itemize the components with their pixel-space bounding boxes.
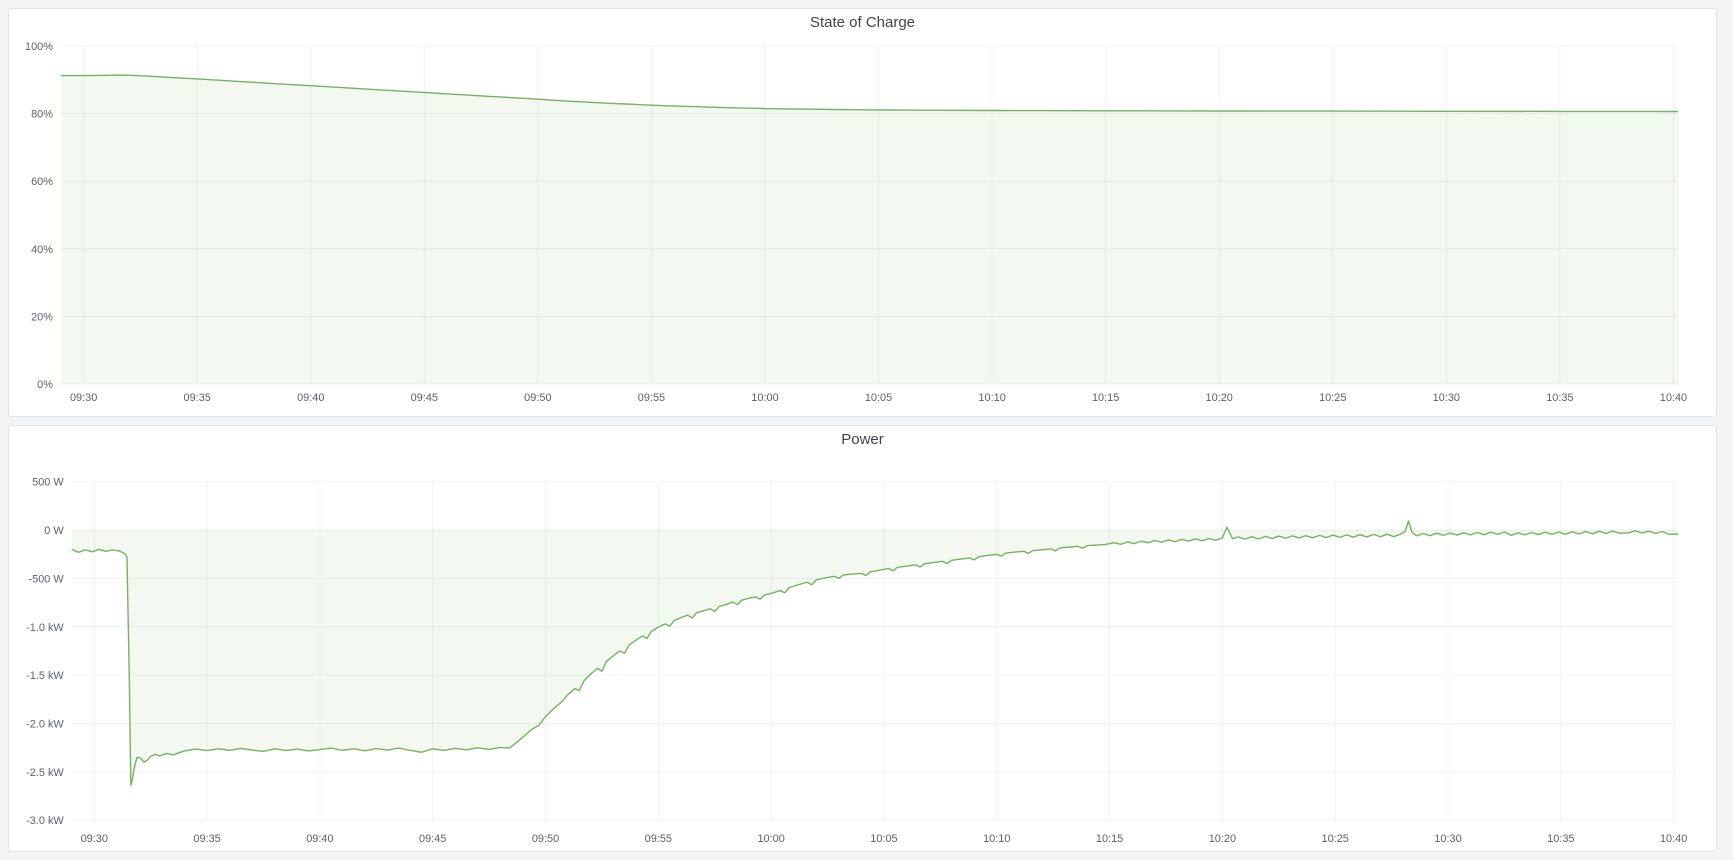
panel-state-of-charge: State of Charge 100%80%60%40%20%0%09:300…	[8, 8, 1717, 417]
x-tick-label: 10:35	[1546, 392, 1573, 404]
y-tick-label: 100%	[25, 41, 53, 53]
x-tick-label: 09:35	[193, 833, 220, 845]
x-tick-label: 10:10	[983, 833, 1010, 845]
x-tick-label: 09:45	[419, 833, 446, 845]
y-tick-label: 0 W	[44, 525, 64, 537]
x-tick-label: 09:30	[70, 392, 97, 404]
x-tick-label: 09:50	[524, 392, 551, 404]
x-tick-label: 09:55	[638, 392, 665, 404]
x-tick-label: 10:15	[1096, 833, 1123, 845]
x-tick-label: 09:55	[645, 833, 672, 845]
x-tick-label: 09:40	[306, 833, 333, 845]
x-tick-label: 10:40	[1660, 833, 1687, 845]
y-tick-label: -500 W	[28, 573, 64, 585]
x-tick-label: 10:25	[1319, 392, 1346, 404]
y-tick-label: -3.0 kW	[26, 815, 64, 827]
grafana-dashboard: { "page": { "colors": { "page_bg": "#f3f…	[0, 0, 1733, 860]
y-tick-label: 80%	[31, 108, 53, 120]
power-chart-canvas[interactable]: 500 W 0 W -500 W -1.0 kW -1.5 kW -2.0 kW -2.5 …	[9, 426, 1716, 851]
x-tick-label: 10:20	[1206, 392, 1233, 404]
x-tick-label: 09:35	[184, 392, 211, 404]
x-tick-label: 10:30	[1434, 833, 1461, 845]
y-tick-label: 0%	[37, 379, 53, 391]
x-tick-label: 10:30	[1433, 392, 1460, 404]
y-tick-label: 60%	[31, 176, 53, 188]
series-area-fill	[72, 521, 1678, 785]
series-area-fill	[61, 75, 1678, 384]
y-tick-label: -1.0 kW	[26, 622, 64, 634]
y-tick-label: -2.5 kW	[26, 767, 64, 779]
y-tick-label: 20%	[31, 311, 53, 323]
x-tick-label: 10:15	[1092, 392, 1119, 404]
panel-power: Power 500 W0 W-500 W-1.0 kW-1.5 kW-2.0 k…	[8, 425, 1717, 852]
x-tick-label: 10:25	[1322, 833, 1349, 845]
y-tick-label: -1.5 kW	[26, 670, 64, 682]
x-tick-label: 10:10	[978, 392, 1005, 404]
x-tick-label: 10:35	[1547, 833, 1574, 845]
x-tick-label: 10:20	[1209, 833, 1236, 845]
x-tick-label: 09:50	[532, 833, 559, 845]
x-tick-label: 10:05	[865, 392, 892, 404]
x-tick-label: 10:00	[751, 392, 778, 404]
soc-chart-canvas[interactable]: 100% 80% 60% 40% 20% 0% 09:30 09:35 09:40 09:45 09…	[9, 9, 1716, 416]
x-tick-label: 10:05	[870, 833, 897, 845]
x-tick-label: 09:30	[81, 833, 108, 845]
x-tick-label: 09:45	[411, 392, 438, 404]
x-tick-label: 10:40	[1660, 392, 1687, 404]
x-tick-label: 09:40	[297, 392, 324, 404]
x-tick-label: 10:00	[757, 833, 784, 845]
y-tick-label: 40%	[31, 244, 53, 256]
y-tick-label: -2.0 kW	[26, 718, 64, 730]
y-tick-label: 500 W	[32, 477, 64, 489]
